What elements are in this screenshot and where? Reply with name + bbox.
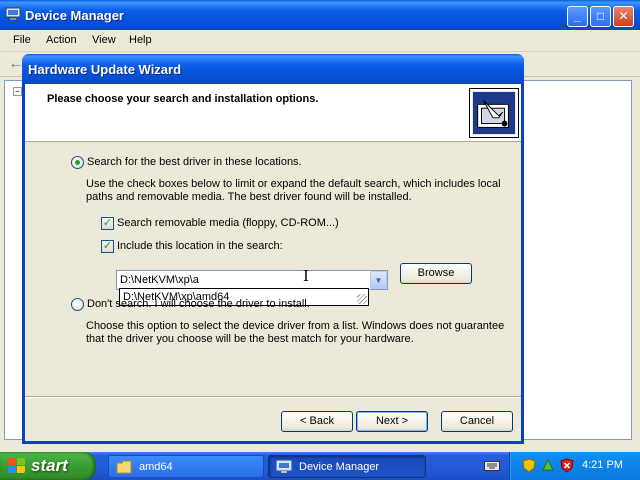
next-button[interactable]: Next >: [356, 411, 428, 432]
hardware-wizard-icon: [469, 88, 519, 138]
search-description: Use the check boxes below to limit or ex…: [86, 178, 501, 203]
taskbar-item-label: Device Manager: [299, 461, 380, 473]
search-best-driver-label[interactable]: Search for the best driver in these loca…: [87, 156, 302, 168]
minimize-button[interactable]: _: [567, 6, 588, 27]
cancel-button[interactable]: Cancel: [441, 411, 513, 432]
back-button[interactable]: < Back: [281, 411, 353, 432]
start-button[interactable]: start: [0, 452, 96, 480]
wizard-title: Hardware Update Wizard: [28, 62, 182, 77]
taskbar-item-device-manager[interactable]: Device Manager: [268, 455, 426, 478]
dont-search-description: Choose this option to select the device …: [86, 320, 505, 345]
computer-icon: [276, 460, 292, 473]
location-input[interactable]: [117, 271, 367, 289]
close-icon: ✕: [618, 9, 629, 23]
search-removable-media-checkbox[interactable]: ✓: [101, 217, 114, 230]
menu-action[interactable]: Action: [46, 34, 77, 46]
menu-help[interactable]: Help: [129, 34, 152, 46]
start-label: start: [31, 456, 68, 475]
wizard-header: Please choose your search and installati…: [25, 84, 521, 142]
device-manager-title: Device Manager: [25, 8, 124, 23]
maximize-button[interactable]: □: [590, 6, 611, 27]
keyboard-icon[interactable]: [484, 459, 500, 471]
dont-search-text: Don't search. I will choose the driver t…: [87, 298, 310, 310]
search-removable-media-label[interactable]: Search removable media (floppy, CD-ROM..…: [117, 217, 339, 229]
wizard-heading: Please choose your search and installati…: [47, 93, 319, 105]
minimize-icon: _: [574, 9, 581, 23]
include-location-checkbox[interactable]: ✓: [101, 240, 114, 253]
folder-icon: [116, 460, 132, 474]
hardware-update-wizard-dialog: Hardware Update Wizard Please choose you…: [22, 54, 524, 444]
network-icon[interactable]: [541, 458, 555, 473]
chevron-down-icon[interactable]: ▼: [370, 271, 387, 289]
taskbar-item-amd64[interactable]: amd64: [108, 455, 264, 478]
menu-bar: File Action View Help: [0, 30, 640, 52]
taskbar-item-label: amd64: [139, 461, 173, 473]
browse-button[interactable]: Browse: [400, 263, 472, 284]
maximize-icon: □: [596, 9, 605, 23]
tree-collapse-icon[interactable]: −: [13, 87, 22, 96]
footer-divider: [25, 396, 521, 398]
search-best-driver-radio[interactable]: [71, 156, 84, 169]
include-location-label[interactable]: Include this location in the search:: [117, 240, 283, 252]
resize-grip-icon[interactable]: [357, 294, 367, 304]
text-cursor-icon: I: [303, 267, 309, 285]
wizard-body: Search for the best driver in these loca…: [25, 143, 521, 393]
taskbar: start amd64 Device Manager 4:21 PM: [0, 452, 640, 480]
wizard-titlebar[interactable]: Hardware Update Wizard: [22, 54, 524, 84]
windows-logo-icon: [8, 458, 26, 474]
device-manager-titlebar[interactable]: Device Manager _ □ ✕: [0, 0, 640, 30]
dont-search-label[interactable]: Don't search. I will choose the driver t…: [87, 298, 310, 310]
computer-icon: [5, 7, 21, 20]
close-button[interactable]: ✕: [613, 6, 634, 27]
clock[interactable]: 4:21 PM: [582, 459, 623, 471]
menu-view[interactable]: View: [92, 34, 116, 46]
security-shield-icon[interactable]: [522, 458, 536, 473]
location-combobox[interactable]: ▼: [116, 270, 388, 290]
security-alert-icon[interactable]: [560, 458, 574, 473]
system-tray: 4:21 PM: [509, 452, 640, 480]
dont-search-radio[interactable]: [71, 298, 84, 311]
menu-file[interactable]: File: [13, 34, 31, 46]
